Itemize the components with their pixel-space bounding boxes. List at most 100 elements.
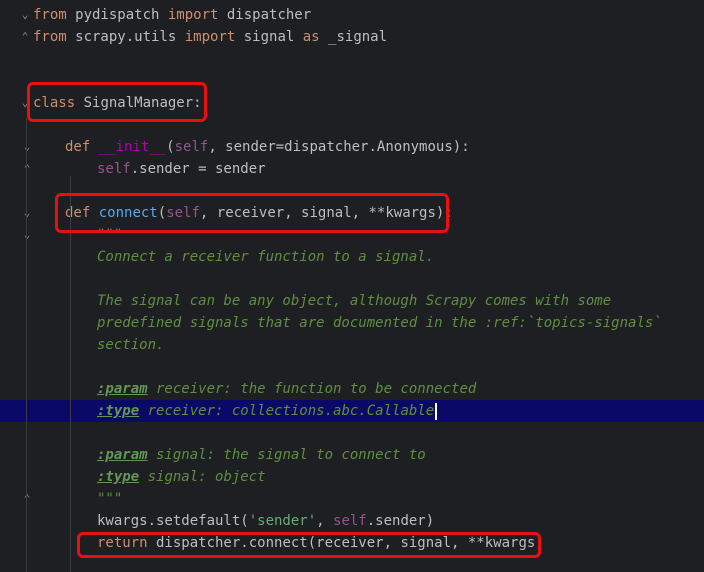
code-line[interactable]: ⌃ """ [0,488,704,510]
code-token: self [166,205,200,221]
code-line[interactable] [0,268,704,290]
code-token: dispatcher.connect(receiver, signal, **k… [147,535,544,551]
fold-open-icon[interactable]: ⌄ [22,228,32,242]
code-line[interactable]: ⌄ def connect(self, receiver, signal, **k… [0,202,704,224]
code-token: import [167,7,219,23]
code-line[interactable] [0,114,704,136]
code-line[interactable] [0,422,704,444]
code-text: """ [97,488,122,510]
code-line[interactable]: :type signal: object [0,466,704,488]
code-token: :param [97,381,148,397]
code-line[interactable]: ⌄ def __init__(self, sender=dispatcher.An… [0,136,704,158]
code-line[interactable]: :param signal: the signal to connect to [0,444,704,466]
code-text: def connect(self, receiver, signal, **kw… [65,202,453,224]
code-text: self.sender = sender [97,158,266,180]
gutter: ⌄ [0,4,30,26]
code-token: receiver: the function to be connected [147,381,477,397]
code-line[interactable]: predefined signals that are documented i… [0,312,704,334]
code-token: :type [97,403,140,419]
code-line[interactable]: section. [0,334,704,356]
code-text: section. [97,334,164,356]
code-text: """ [97,224,122,246]
gutter: ⌄ [0,92,30,114]
fold-open-icon[interactable]: ⌄ [22,140,32,154]
code-editor[interactable]: ⌄ from pydispatch import dispatcher ⌃ from … [0,0,704,572]
code-token: .sender) [366,513,435,529]
code-token: scrapy.utils [66,29,185,45]
code-line[interactable]: The signal can be any object, although S… [0,290,704,312]
code-text: The signal can be any object, although S… [97,290,611,312]
code-text: return dispatcher.connect(receiver, sign… [97,532,544,554]
code-line[interactable] [0,48,704,70]
code-token: SignalManager: [75,95,202,111]
code-text: from scrapy.utils import signal as _sign… [33,26,387,48]
gutter [0,70,30,92]
code-line[interactable] [0,70,704,92]
code-line[interactable] [0,180,704,202]
gutter [0,48,30,70]
code-token: signal: object [139,469,266,485]
code-token: from [33,29,67,45]
code-token: self [97,161,131,177]
code-line[interactable]: return dispatcher.connect(receiver, sign… [0,532,704,554]
code-token: signal [235,29,303,45]
code-token: pydispatch [66,7,168,23]
code-token: dispatcher [218,7,312,23]
code-line[interactable]: kwargs.setdefault('sender', self.sender) [0,510,704,532]
code-line[interactable]: Connect a receiver function to a signal. [0,246,704,268]
code-line[interactable]: ⌃ from scrapy.utils import signal as _sig… [0,26,704,48]
code-token: import [184,29,236,45]
code-token: def [65,139,91,155]
fold-open-icon[interactable]: ⌄ [22,206,32,220]
code-line[interactable]: ⌄ """ [0,224,704,246]
code-text: from pydispatch import dispatcher [33,4,311,26]
code-line[interactable]: ⌃ self.sender = sender [0,158,704,180]
code-token: The signal can be any object, although S… [97,293,612,309]
code-line[interactable]: ⌄ from pydispatch import dispatcher [0,4,704,26]
code-text: Connect a receiver function to a signal. [97,246,434,268]
code-token: , sender=dispatcher.Anonymous): [208,139,470,155]
code-line[interactable]: :param receiver: the function to be conn… [0,378,704,400]
code-token: from [33,7,67,23]
fold-end-icon[interactable]: ⌃ [22,492,32,506]
code-text: :type signal: object [97,466,266,488]
code-token: .sender = sender [130,161,266,177]
code-token: :type [97,469,140,485]
code-token: ( [166,139,175,155]
fold-open-icon[interactable]: ⌄ [20,96,30,110]
code-token: 'sender' [248,513,317,529]
code-token: _signal [319,29,388,45]
code-token: def [65,205,91,221]
code-text: :param receiver: the function to be conn… [97,378,476,400]
code-line[interactable] [0,356,704,378]
code-token: class [33,95,76,111]
gutter: ⌃ [0,26,30,48]
code-token: self [333,513,367,529]
code-token: predefined signals that are documented i… [97,315,662,331]
code-token: :param [97,447,148,463]
indent-guide [26,118,27,572]
code-token: connect [98,205,158,221]
code-token: receiver: collections.abc.Callable [139,403,435,419]
code-text: :type receiver: collections.abc.Callable [97,400,438,422]
code-token: , receiver, signal, **kwargs): [199,205,453,221]
fold-open-icon[interactable]: ⌄ [20,8,30,22]
indent-guide [70,176,71,572]
code-token: section. [97,337,165,353]
code-token: signal: the signal to connect to [147,447,426,463]
code-line[interactable]: :type receiver: collections.abc.Callable [0,400,704,422]
code-token: return [97,535,148,551]
code-text: :param signal: the signal to connect to [97,444,426,466]
code-token: as [302,29,320,45]
code-token: """ [97,491,123,507]
code-line[interactable]: ⌄ class SignalManager: [0,92,704,114]
code-token: ( [157,205,167,221]
fold-end-icon[interactable]: ⌃ [20,30,30,44]
code-text: def __init__(self, sender=dispatcher.Ano… [65,136,470,158]
code-token: """ [97,227,123,243]
code-token: kwargs.setdefault( [97,513,249,529]
code-token: Connect a receiver function to a signal. [97,249,435,265]
fold-end-icon[interactable]: ⌃ [22,162,32,176]
code-text: class SignalManager: [33,92,202,114]
